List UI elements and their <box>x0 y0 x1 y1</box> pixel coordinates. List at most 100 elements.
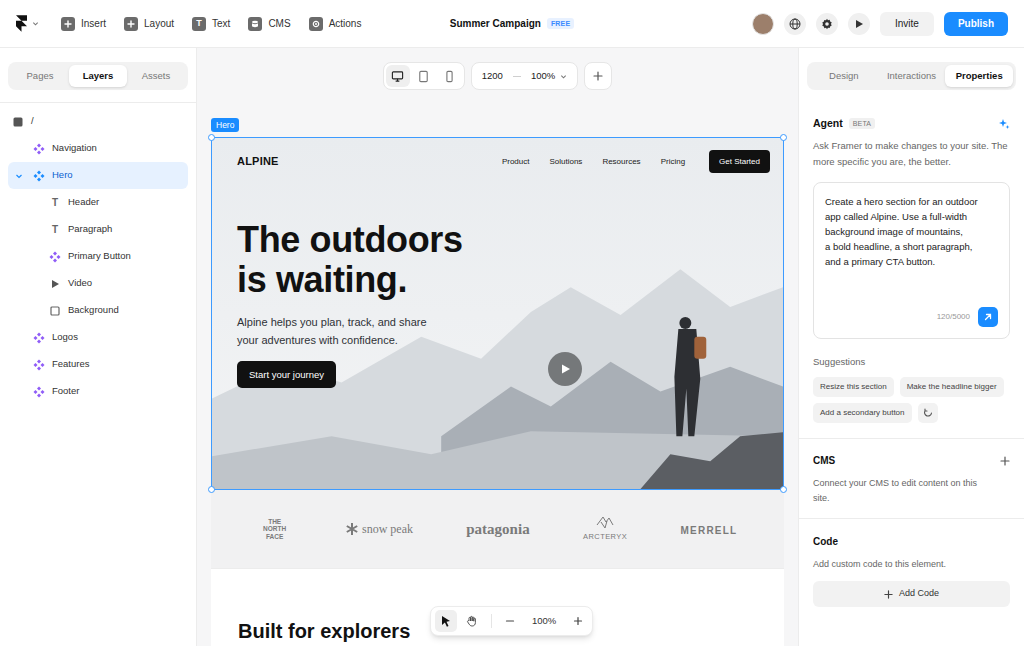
desktop-icon <box>391 70 404 83</box>
rectangle-icon <box>49 305 61 317</box>
layer-row[interactable]: / <box>8 108 188 135</box>
suggestion-chip[interactable]: Resize this section <box>813 377 894 397</box>
framer-logo-icon <box>16 15 27 32</box>
device-button[interactable] <box>412 65 436 87</box>
layers-tree: /NavigationHeroTHeaderTParagraphPrimary … <box>0 108 196 405</box>
suggestion-chip[interactable]: Add a secondary button <box>813 403 912 423</box>
language-button[interactable] <box>784 13 806 35</box>
panel-tab[interactable]: Design <box>810 65 878 87</box>
menu-item[interactable]: TText <box>192 16 230 31</box>
site-logo[interactable]: ALPINE <box>237 153 279 170</box>
width-field[interactable]: 1200 <box>482 69 503 83</box>
site-nav-link[interactable]: Resources <box>602 156 640 168</box>
hero-background-image <box>212 138 783 489</box>
chevron-icon[interactable] <box>15 172 23 180</box>
resize-handle[interactable] <box>780 486 787 493</box>
send-button[interactable] <box>978 307 998 327</box>
component-icon <box>33 332 45 344</box>
plus-icon <box>593 71 603 81</box>
actions-icon <box>309 17 323 31</box>
zoom-in-button[interactable] <box>568 610 588 632</box>
chevron-down-icon <box>32 20 39 27</box>
layer-row[interactable]: Navigation <box>8 135 188 162</box>
site-nav-link[interactable]: Solutions <box>549 156 582 168</box>
layer-row[interactable]: Logos <box>8 324 188 351</box>
invite-button[interactable]: Invite <box>880 12 934 36</box>
resize-handle[interactable] <box>208 134 215 141</box>
panel-tab[interactable]: Interactions <box>878 65 946 87</box>
layer-row[interactable]: Primary Button <box>8 243 188 270</box>
site-paragraph[interactable]: Alpine helps you plan, track, and sharey… <box>237 313 770 349</box>
framer-menu[interactable] <box>16 15 39 32</box>
zoom-level[interactable]: 100% <box>524 614 564 628</box>
site-headline[interactable]: The outdoorsis waiting. <box>237 220 770 299</box>
component-icon <box>33 170 45 182</box>
canvas-tool-button[interactable] <box>461 610 483 632</box>
layer-row[interactable]: Background <box>8 297 188 324</box>
layer-row[interactable]: Features <box>8 351 188 378</box>
phone-icon <box>443 70 456 83</box>
refresh-icon <box>923 408 933 418</box>
sparkle-icon[interactable] <box>998 118 1010 130</box>
menu-item[interactable]: Insert <box>61 16 106 31</box>
panel-tabs: PagesLayersAssets <box>8 62 188 90</box>
site-nav-link[interactable]: Pricing <box>661 156 685 168</box>
plus-icon[interactable] <box>1000 456 1010 466</box>
refresh-suggestions-button[interactable] <box>918 403 938 423</box>
panel-tab[interactable]: Properties <box>945 65 1013 87</box>
component-icon <box>49 251 61 263</box>
panel-tabs: DesignInteractionsProperties <box>807 62 1016 90</box>
logos-section[interactable]: THE NORTH FACEsnow peakpatagoniaARCTERYX… <box>211 490 784 568</box>
hero-frame[interactable]: ALPINE Product Solutions Resources Pricing Ge… <box>211 137 784 490</box>
menu-item[interactable]: Actions <box>309 16 362 31</box>
resize-handle[interactable] <box>780 134 787 141</box>
text-layer-icon: T <box>49 198 61 208</box>
menu-item[interactable]: Layout <box>124 16 174 31</box>
layer-row[interactable]: Footer <box>8 378 188 405</box>
resize-handle[interactable] <box>208 486 215 493</box>
video-icon <box>49 278 61 290</box>
user-avatar[interactable] <box>752 13 774 35</box>
plus-icon <box>573 616 583 626</box>
video-play-button[interactable] <box>548 352 582 386</box>
play-icon <box>559 363 571 375</box>
device-switcher <box>383 62 465 90</box>
layer-row[interactable]: THeader <box>8 189 188 216</box>
agent-prompt-input[interactable]: Create a hero section for an outdoorapp … <box>813 182 1010 339</box>
canvas-tool-button[interactable] <box>435 610 457 632</box>
send-arrow-icon <box>983 312 993 322</box>
brand-logo: ARCTERYX <box>583 515 627 542</box>
layer-row[interactable]: Video <box>8 270 188 297</box>
settings-button[interactable] <box>816 13 838 35</box>
panel-tab[interactable]: Layers <box>69 65 127 87</box>
panel-tab[interactable]: Pages <box>11 65 69 87</box>
add-breakpoint-button[interactable] <box>584 62 612 90</box>
globe-icon <box>789 18 801 30</box>
zoom-out-button[interactable] <box>500 610 520 632</box>
menu-item[interactable]: CMS <box>248 16 290 31</box>
publish-button[interactable]: Publish <box>944 12 1008 36</box>
canvas-toolbar: 100% <box>430 606 593 636</box>
site-nav-button[interactable]: Get Started <box>709 150 770 173</box>
plus-icon <box>61 17 75 31</box>
component-icon <box>33 386 45 398</box>
tablet-icon <box>417 70 430 83</box>
panel-tab[interactable]: Assets <box>127 65 185 87</box>
device-button[interactable] <box>438 65 462 87</box>
add-code-button[interactable]: Add Code <box>813 581 1010 607</box>
brand-logo: MERRELL <box>681 517 738 541</box>
layer-row[interactable]: Hero <box>8 162 188 189</box>
zoom-select[interactable]: 100% <box>531 69 567 83</box>
text-layer-icon: T <box>49 225 61 235</box>
preview-button[interactable] <box>848 13 870 35</box>
plan-badge: FREE <box>547 18 574 29</box>
database-icon <box>248 17 262 31</box>
component-icon <box>33 359 45 371</box>
layer-row[interactable]: TParagraph <box>8 216 188 243</box>
suggestion-chip[interactable]: Make the headline bigger <box>900 377 1004 397</box>
device-button[interactable] <box>386 65 410 87</box>
site-nav-link[interactable]: Product <box>502 156 530 168</box>
site-cta-button[interactable]: Start your journey <box>237 361 336 388</box>
project-title[interactable]: Summer CampaignFREE <box>450 16 575 31</box>
plus-icon <box>884 590 893 599</box>
